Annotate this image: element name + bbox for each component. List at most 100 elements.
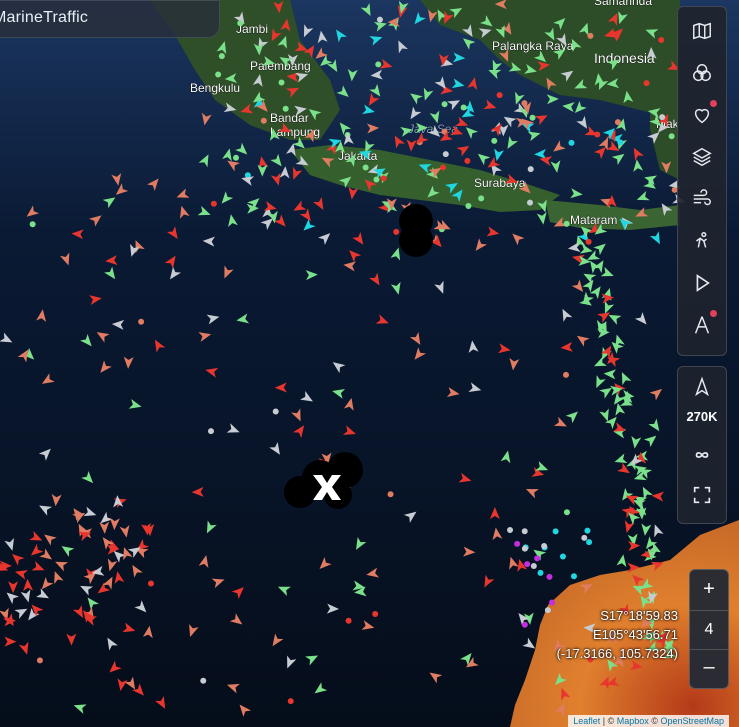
vessel-marker[interactable] xyxy=(441,101,448,108)
play-icon xyxy=(696,274,710,292)
vessel-marker[interactable] xyxy=(643,80,650,87)
my-fleets-button[interactable] xyxy=(684,97,720,133)
vessel-marker[interactable] xyxy=(237,20,244,27)
vessel-marker[interactable] xyxy=(521,528,528,535)
vessel-marker[interactable] xyxy=(584,527,591,534)
vessel-marker[interactable] xyxy=(548,599,555,606)
scale-label: 270K xyxy=(686,409,718,424)
vessel-marker[interactable] xyxy=(210,200,217,207)
measure-button[interactable] xyxy=(684,307,720,343)
vessel-marker[interactable] xyxy=(537,569,544,576)
vessel-marker[interactable] xyxy=(563,220,570,227)
mapbox-link[interactable]: Mapbox xyxy=(617,716,649,726)
vessel-marker[interactable] xyxy=(372,610,379,617)
vessel-marker[interactable] xyxy=(147,580,154,587)
vessel-marker[interactable] xyxy=(541,543,548,550)
zoom-in-button[interactable]: + xyxy=(690,570,728,608)
marinetraffic-logo[interactable]: MarineTraffic xyxy=(0,9,88,27)
map-options-button[interactable] xyxy=(684,13,720,49)
vessel-marker[interactable] xyxy=(568,139,575,146)
vessel-marker[interactable] xyxy=(507,527,514,534)
vessel-marker[interactable] xyxy=(617,139,624,146)
vessel-marker[interactable] xyxy=(529,114,536,121)
vessel-marker[interactable] xyxy=(544,607,551,614)
vessel-marker[interactable] xyxy=(586,539,593,546)
fullscreen-button[interactable] xyxy=(684,477,720,513)
vessel-marker[interactable] xyxy=(559,553,566,560)
playback-button[interactable] xyxy=(684,265,720,301)
vessel-marker[interactable] xyxy=(278,79,285,86)
vessel-marker[interactable] xyxy=(282,105,289,112)
vessel-marker[interactable] xyxy=(373,176,380,183)
place-label: Palembang xyxy=(250,59,311,73)
vessel-marker[interactable] xyxy=(659,114,666,121)
vessel-marker[interactable] xyxy=(527,166,534,173)
vessel-marker[interactable] xyxy=(563,371,570,378)
weather-button[interactable] xyxy=(684,181,720,217)
track-loop-button[interactable] xyxy=(684,437,720,473)
vessel-marker[interactable] xyxy=(464,157,471,164)
vessel-marker[interactable] xyxy=(442,151,449,158)
layers-icon xyxy=(692,147,712,167)
vessel-marker[interactable] xyxy=(521,621,528,628)
density-button[interactable] xyxy=(684,223,720,259)
vessel-marker[interactable] xyxy=(491,137,498,144)
vessel-marker[interactable] xyxy=(345,617,352,624)
vessel-marker[interactable] xyxy=(440,164,447,171)
vessel-marker[interactable] xyxy=(200,677,207,684)
vessel-marker[interactable] xyxy=(658,36,665,43)
vessel-marker[interactable] xyxy=(530,563,537,570)
vessel-marker[interactable] xyxy=(380,175,387,182)
vessel-marker[interactable] xyxy=(614,119,621,126)
vessel-marker[interactable] xyxy=(387,491,394,498)
vessel-marker[interactable] xyxy=(362,164,369,171)
map-icon xyxy=(693,22,711,40)
vessel-marker[interactable] xyxy=(496,92,503,99)
place-label: Mataram xyxy=(570,213,617,227)
longitude-readout: E105°43'56.71 xyxy=(592,627,678,642)
vessel-marker[interactable] xyxy=(465,202,472,209)
vessel-marker[interactable] xyxy=(668,133,675,140)
wind-icon xyxy=(693,189,711,206)
vessel-marker[interactable] xyxy=(232,154,239,161)
layers-button[interactable] xyxy=(684,139,720,175)
zoom-out-button[interactable]: – xyxy=(690,648,728,686)
vessel-marker[interactable] xyxy=(138,318,145,325)
vessel-marker[interactable] xyxy=(36,657,43,664)
vessel-marker[interactable] xyxy=(287,698,294,705)
vessel-marker[interactable] xyxy=(215,71,222,78)
vessel-marker[interactable] xyxy=(546,573,553,580)
vessel-marker[interactable] xyxy=(570,573,577,580)
vessel-marker[interactable] xyxy=(524,561,531,568)
vessel-marker[interactable] xyxy=(552,528,559,535)
vessel-marker[interactable] xyxy=(460,104,467,111)
filter-circles-icon xyxy=(693,64,711,82)
vessel-marker[interactable] xyxy=(585,238,592,245)
osm-link[interactable]: OpenStreetMap xyxy=(660,716,724,726)
zoom-level: 4 xyxy=(690,610,728,650)
vessel-marker[interactable] xyxy=(375,61,382,68)
vessel-marker[interactable] xyxy=(526,199,533,206)
vessel-marker[interactable] xyxy=(272,408,279,415)
vessel-marker[interactable] xyxy=(587,32,594,39)
north-arrow-button[interactable] xyxy=(684,369,720,405)
vessel-marker[interactable] xyxy=(207,428,214,435)
vessel-marker[interactable] xyxy=(393,228,400,235)
filters-button[interactable] xyxy=(684,55,720,91)
vessel-marker[interactable] xyxy=(260,117,267,124)
vessel-marker[interactable] xyxy=(376,16,383,23)
vessel-marker[interactable] xyxy=(563,509,570,516)
vessel-marker[interactable] xyxy=(218,53,225,60)
vessel-marker[interactable] xyxy=(521,545,528,552)
vessel-marker[interactable] xyxy=(594,131,601,138)
top-bar: MarineTraffic xyxy=(0,0,220,38)
leaflet-link[interactable]: Leaflet xyxy=(573,716,600,726)
fullscreen-icon xyxy=(693,486,711,504)
vessel-marker[interactable] xyxy=(514,540,521,547)
infinity-icon xyxy=(695,452,709,458)
map-tools: 270K xyxy=(677,366,727,524)
vessel-marker[interactable] xyxy=(581,534,588,541)
vessel-marker[interactable] xyxy=(534,555,541,562)
vessel-marker[interactable] xyxy=(29,221,36,228)
vessel-marker[interactable] xyxy=(478,195,485,202)
